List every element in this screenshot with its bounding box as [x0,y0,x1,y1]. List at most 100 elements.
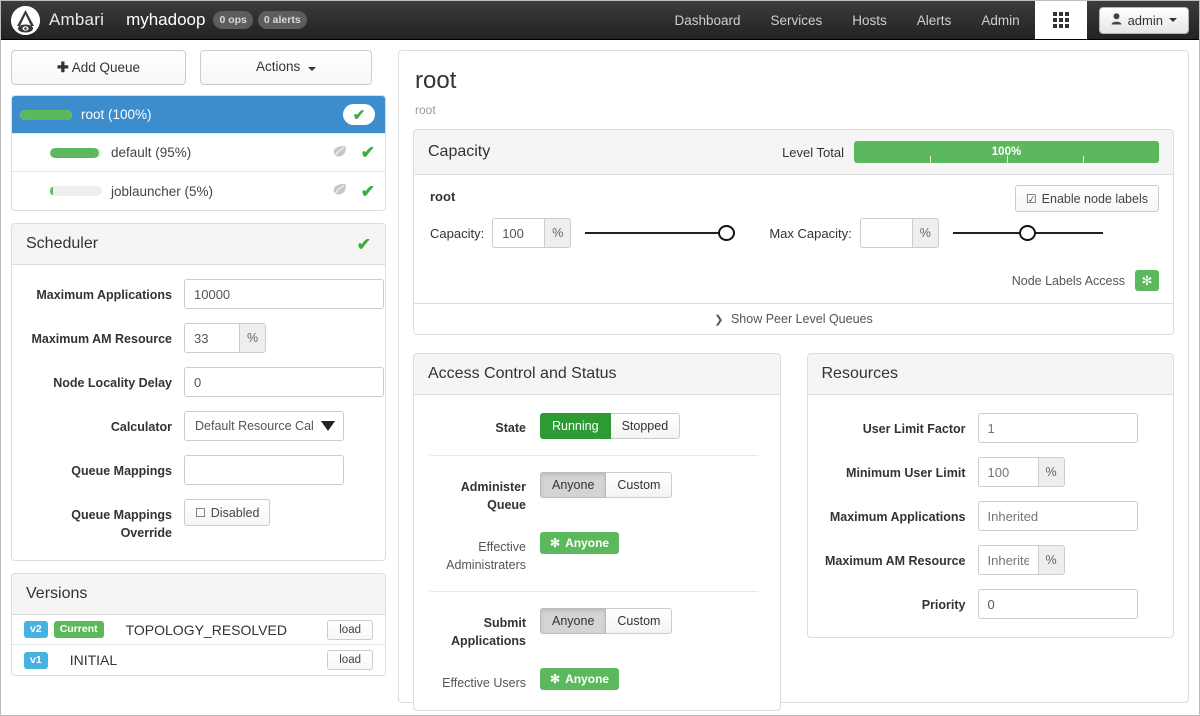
check-icon[interactable]: ✔ [361,183,375,200]
queue-mappings-override-toggle[interactable]: ☐ Disabled [184,499,271,526]
field-control [977,501,1160,531]
field-label: Maximum AM Resource [31,332,172,346]
check-icon: ✔ [356,234,371,254]
capacity-input-group: % [492,218,572,248]
queue-list-item-root[interactable]: root (100%) ✔ [12,96,385,134]
check-icon[interactable]: ✔ [343,104,375,125]
app-window: Ambari myhadoop 0 ops 0 alerts Dashboard… [0,0,1200,716]
nav-item-admin[interactable]: Admin [966,1,1034,39]
enable-node-labels-label: Enable node labels [1041,191,1148,206]
field-label: Priority [921,598,966,612]
grid-icon[interactable] [1034,1,1087,39]
field-label: Maximum Applications [36,288,172,302]
field-control: Default Resource Cal [184,411,371,441]
capacity-label: Capacity: [430,225,485,241]
queue-row-icons: ✔ [332,183,375,200]
queue-name-label: joblauncher (5%) [111,183,214,199]
submit-applications-custom-button[interactable]: Custom [606,607,673,634]
alerts-badge[interactable]: 0 alerts [257,11,307,29]
effective-users-badge: ✻ Anyone [540,667,620,690]
version-row[interactable]: v1 INITIAL load [12,645,385,675]
calculator-selected-value: Default Resource Cal [195,419,314,433]
field-priority: Priority [808,589,1160,619]
queue-list-item-joblauncher[interactable]: joblauncher (5%) ✔ [12,172,385,210]
node-labels-access-label: Node Labels Access [1011,273,1125,288]
maximum-applications-input[interactable] [184,279,384,309]
field-label: Node Locality Delay [53,376,172,390]
maximum-applications-input[interactable] [977,501,1138,531]
nav-item-alerts[interactable]: Alerts [902,1,967,39]
slider-knob[interactable] [718,225,736,241]
field-effective-administraters: Effective Administraters ✻ Anyone [422,532,766,574]
capacity-input[interactable] [492,218,545,248]
version-name: INITIAL [69,652,118,669]
left-sidebar: ✚ Add Queue Actions root (100%) ✔ defaul… [11,50,386,715]
field-node-locality-delay: Node Locality Delay [26,367,384,397]
check-icon[interactable]: ✔ [361,144,375,161]
capacity-slider[interactable] [585,222,736,244]
maximum-am-resource-input[interactable] [977,545,1038,575]
node-labels-access-badge[interactable]: ✻ [1135,270,1159,291]
enable-node-labels-toggle[interactable]: ☑ Enable node labels [1014,185,1159,212]
field-label: Effective Administraters [446,540,526,573]
minimum-user-limit-input[interactable] [977,457,1038,487]
max-capacity-slider[interactable] [952,222,1103,244]
queue-row-icons: ✔ [343,104,375,125]
capacity-title: Capacity [428,143,491,160]
user-limit-factor-input[interactable] [977,413,1138,443]
version-row[interactable]: v2 Current TOPOLOGY_RESOLVED load [12,615,385,646]
nav-item-hosts[interactable]: Hosts [837,1,902,39]
slider-knob[interactable] [1019,225,1037,241]
version-tag: v1 [24,651,48,669]
brand-name[interactable]: Ambari [49,10,104,30]
show-peer-level-queues-button[interactable]: ❯ Show Peer Level Queues [414,303,1173,334]
field-maximum-applications: Maximum Applications [26,279,384,309]
capacity-panel-header: Capacity Level Total 100% [414,130,1173,175]
user-menu-wrap: admin [1087,1,1199,39]
top-navbar: Ambari myhadoop 0 ops 0 alerts Dashboard… [1,1,1199,40]
node-labels-access-row: Node Labels Access ✻ [430,270,1159,291]
administer-queue-custom-button[interactable]: Custom [606,472,673,498]
divider [430,455,758,456]
load-version-button[interactable]: load [327,619,373,640]
field-control: % [977,545,1160,575]
level-total-bar: 100% [854,141,1159,163]
percent-addon: % [1037,545,1065,575]
priority-input[interactable] [977,589,1138,619]
field-control: % [184,323,371,353]
state-running-button[interactable]: Running [540,413,611,439]
chevron-down-icon [1169,18,1177,22]
load-version-button[interactable]: load [327,650,373,671]
scheduler-panel: Scheduler ✔ Maximum Applications Maximum… [11,223,386,562]
ops-badge[interactable]: 0 ops [213,11,253,29]
scheduler-panel-body: Maximum Applications Maximum AM Resource… [12,265,385,560]
nav-item-services[interactable]: Services [756,1,838,39]
queue-list-item-default[interactable]: default (95%) ✔ [12,134,385,172]
queue-detail-card: root root Capacity Level Total 100% root… [398,50,1189,711]
calculator-select[interactable]: Default Resource Cal [184,411,344,441]
state-stopped-button[interactable]: Stopped [610,413,681,439]
queue-mappings-input[interactable] [184,455,344,485]
node-locality-delay-input[interactable] [184,367,384,397]
add-queue-button[interactable]: ✚ Add Queue [11,50,186,85]
access-control-panel: Access Control and Status State Running … [413,353,781,711]
field-control: ☐ Disabled [184,499,371,526]
asterisk-icon: ✻ [550,536,561,551]
cluster-name[interactable]: myhadoop [126,10,205,30]
ambari-logo-icon [11,5,40,35]
percent-addon: % [1037,457,1065,487]
field-label: Effective Users [442,675,526,690]
max-capacity-input[interactable] [859,218,912,248]
submit-applications-anyone-button[interactable]: Anyone [540,607,607,634]
administer-queue-anyone-button[interactable]: Anyone [540,472,607,498]
user-menu-button[interactable]: admin [1098,6,1189,34]
queue-name-label: default (95%) [111,145,192,160]
submit-applications-button-group: Anyone Custom [540,607,673,634]
effective-users-value: Anyone [565,671,610,686]
actions-button[interactable]: Actions [200,50,372,85]
queue-mappings-override-label: Disabled [210,505,260,520]
field-control [184,367,384,397]
maximum-am-resource-input[interactable] [184,323,239,353]
access-control-title: Access Control and Status [428,365,617,382]
nav-item-dashboard[interactable]: Dashboard [659,1,755,39]
